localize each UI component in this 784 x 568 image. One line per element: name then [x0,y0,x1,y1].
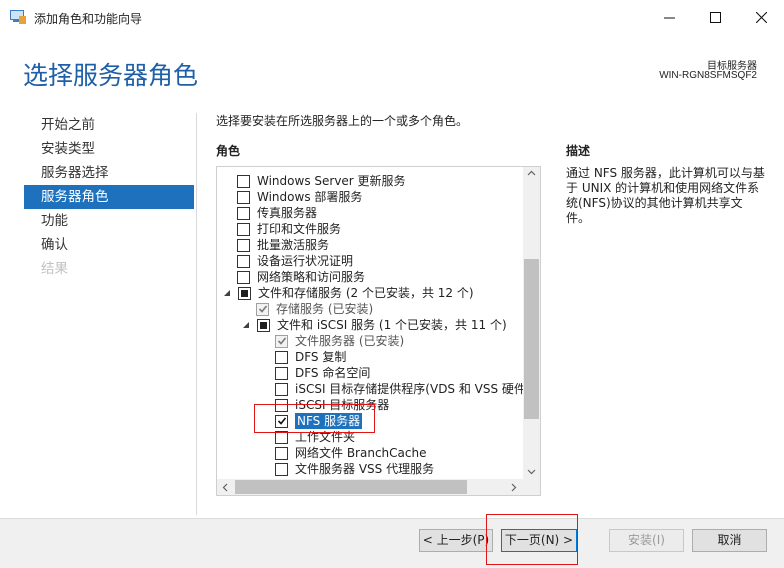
horizontal-scroll-thumb[interactable] [235,480,467,494]
role-label: 文件服务器 (已安装) [295,334,405,348]
role-label: 存储服务 (已安装) [276,302,374,316]
roles-tree[interactable]: Windows Server 更新服务 Windows 部署服务 传真服务器 打… [216,166,541,496]
vertical-scroll-thumb[interactable] [524,259,539,419]
role-label: DFS 命名空间 [295,366,371,380]
role-label: 打印和文件服务 [257,222,342,236]
role-row-file-storage[interactable]: 文件和存储服务 (2 个已安装，共 12 个) [222,285,474,301]
role-checkbox[interactable] [275,382,288,396]
role-row[interactable]: iSCSI 目标存储提供程序(VDS 和 VSS 硬件提 [275,381,538,397]
window-title: 添加角色和功能向导 [34,12,143,26]
role-label: 网络文件 BranchCache [295,446,427,460]
role-row[interactable]: 批量激活服务 [237,237,329,253]
role-row[interactable]: 传真服务器 [237,205,317,221]
roles-heading: 角色 [216,144,241,158]
role-row[interactable]: 设备运行状况证明 [237,253,353,269]
role-row-file-iscsi[interactable]: 文件和 iSCSI 服务 (1 个已安装，共 11 个) [241,317,507,333]
description-text: 通过 NFS 服务器，此计算机可以与基于 UNIX 的计算机和使用网络文件系统(… [566,166,765,225]
role-row[interactable]: 文件服务器 (已安装) [275,333,404,349]
horizontal-scrollbar[interactable] [217,479,540,495]
role-row[interactable]: 网络文件 BranchCache [275,445,426,461]
role-label: 文件服务器 VSS 代理服务 [295,462,435,476]
vertical-scrollbar[interactable] [523,167,540,480]
minimize-icon [663,17,675,18]
role-checkbox[interactable] [237,238,250,252]
role-checkbox[interactable] [237,174,250,188]
scroll-left-icon[interactable] [222,483,228,492]
role-row[interactable]: 文件服务器 VSS 代理服务 [275,461,434,477]
role-label: DFS 复制 [295,350,347,364]
close-button[interactable] [738,0,784,34]
role-label: 网络策略和访问服务 [257,270,366,284]
nav-item-confirmation[interactable]: 确认 [24,233,194,257]
close-icon [755,11,767,23]
minimize-button[interactable] [646,0,692,34]
description-heading: 描述 [566,144,591,158]
role-row[interactable]: 打印和文件服务 [237,221,341,237]
role-row[interactable]: 存储服务 (已安装) [256,301,373,317]
role-label: 文件和存储服务 (2 个已安装，共 12 个) [258,286,474,300]
server-manager-app-icon [10,10,26,24]
instructions-text: 选择要安装在所选服务器上的一个或多个角色。 [216,114,469,128]
role-label: 文件和 iSCSI 服务 (1 个已安装，共 11 个) [277,318,507,332]
page-title: 选择服务器角色 [23,61,199,90]
nav-item-server-selection[interactable]: 服务器选择 [24,161,194,185]
role-label: Windows Server 更新服务 [257,174,406,188]
role-checkbox[interactable] [275,446,288,460]
role-checkbox[interactable] [275,350,288,364]
scroll-down-icon[interactable] [527,469,536,475]
nav-item-server-roles[interactable]: 服务器角色 [24,185,194,209]
role-row[interactable]: 网络策略和访问服务 [237,269,365,285]
role-checkbox[interactable] [237,270,250,284]
role-checkbox-partial[interactable] [257,318,270,332]
role-checkbox[interactable] [237,190,250,204]
scroll-right-icon[interactable] [511,483,517,492]
previous-button[interactable]: < 上一步(P) [419,529,493,552]
role-row[interactable]: Windows 部署服务 [237,189,362,205]
role-checkbox[interactable] [237,254,250,268]
role-label: 批量激活服务 [257,238,330,252]
cancel-button[interactable]: 取消 [692,529,767,552]
role-label: 传真服务器 [257,206,318,220]
nav-item-results: 结果 [41,261,68,277]
nav-item-installation-type[interactable]: 安装类型 [24,137,194,161]
maximize-icon [709,11,721,23]
role-label: iSCSI 目标存储提供程序(VDS 和 VSS 硬件提 [295,382,538,396]
nav-item-before-you-begin[interactable]: 开始之前 [24,113,194,137]
destination-server-name: WIN-RGN8SFMSQF2 [659,70,757,81]
annotation-highlight-next [486,514,578,565]
collapse-arrow-icon[interactable] [241,320,251,330]
annotation-highlight-nfs [254,404,375,433]
role-checkbox-installed [275,334,288,348]
role-checkbox[interactable] [275,462,288,476]
collapse-arrow-icon[interactable] [222,288,232,298]
role-checkbox[interactable] [275,366,288,380]
role-checkbox-partial[interactable] [238,286,251,300]
maximize-button[interactable] [692,0,738,34]
nav-item-features[interactable]: 功能 [24,209,194,233]
install-button: 安装(I) [609,529,684,552]
role-row[interactable]: Windows Server 更新服务 [237,173,406,189]
nav-divider [196,113,197,515]
role-label: Windows 部署服务 [257,190,363,204]
role-row[interactable]: DFS 复制 [275,349,346,365]
role-row[interactable]: DFS 命名空间 [275,365,370,381]
role-checkbox[interactable] [237,222,250,236]
scroll-up-icon[interactable] [527,170,536,176]
role-checkbox[interactable] [237,206,250,220]
role-checkbox-installed [256,302,269,316]
role-label: 设备运行状况证明 [257,254,354,268]
